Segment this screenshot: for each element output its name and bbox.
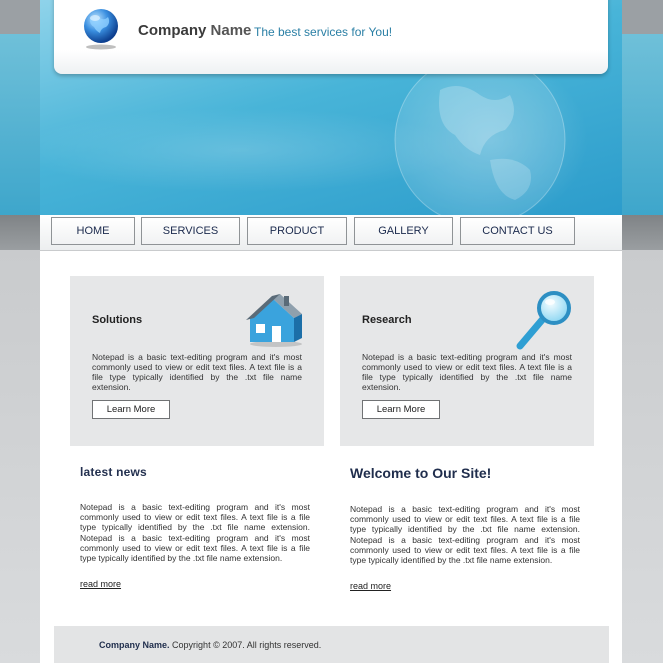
welcome-read-more-link[interactable]: read more — [350, 581, 391, 591]
research-box: Research Notepad is a basic text-editing… — [340, 276, 594, 446]
latest-news-title: latest news — [80, 465, 147, 479]
house-icon — [246, 294, 302, 347]
latest-news-text: Notepad is a basic text-editing program … — [80, 502, 310, 564]
header-card: Company Name The best services for You! — [54, 0, 608, 74]
company-name-part-2: Name — [210, 22, 252, 39]
globe-logo-icon — [84, 9, 118, 50]
latest-news-read-more-link[interactable]: read more — [80, 579, 121, 589]
nav-contact-us[interactable]: CONTACT US — [460, 217, 575, 245]
research-learn-more-button[interactable]: Learn More — [362, 400, 440, 419]
welcome-text: Notepad is a basic text-editing program … — [350, 504, 580, 566]
solutions-box: Solutions Notepad is a basic text-editin… — [70, 276, 324, 446]
company-name-part-1: Company — [138, 22, 207, 39]
company-name: Company Name — [138, 22, 251, 39]
research-title: Research — [362, 314, 412, 326]
nav-home[interactable]: HOME — [51, 217, 135, 245]
footer-copyright: Copyright © 2007. All rights reserved. — [172, 640, 322, 650]
welcome-title: Welcome to Our Site! — [350, 465, 492, 481]
nav-gallery[interactable]: GALLERY — [354, 217, 453, 245]
main-nav: HOME SERVICES PRODUCT GALLERY CONTACT US — [40, 215, 622, 251]
nav-services[interactable]: SERVICES — [141, 217, 240, 245]
tagline: The best services for You! — [254, 25, 393, 39]
footer-company-name: Company Name. — [99, 640, 170, 650]
banner-globe-graphic — [394, 54, 566, 226]
header-banner: Company Name The best services for You! — [40, 0, 622, 226]
research-text: Notepad is a basic text-editing program … — [362, 352, 572, 392]
solutions-learn-more-button[interactable]: Learn More — [92, 400, 170, 419]
nav-product[interactable]: PRODUCT — [247, 217, 347, 245]
footer-text: Company Name. Copyright © 2007. All righ… — [99, 640, 321, 650]
solutions-title: Solutions — [92, 314, 143, 326]
solutions-text: Notepad is a basic text-editing program … — [92, 352, 302, 392]
footer: Company Name. Copyright © 2007. All righ… — [54, 626, 609, 663]
magnifier-icon — [516, 291, 571, 350]
